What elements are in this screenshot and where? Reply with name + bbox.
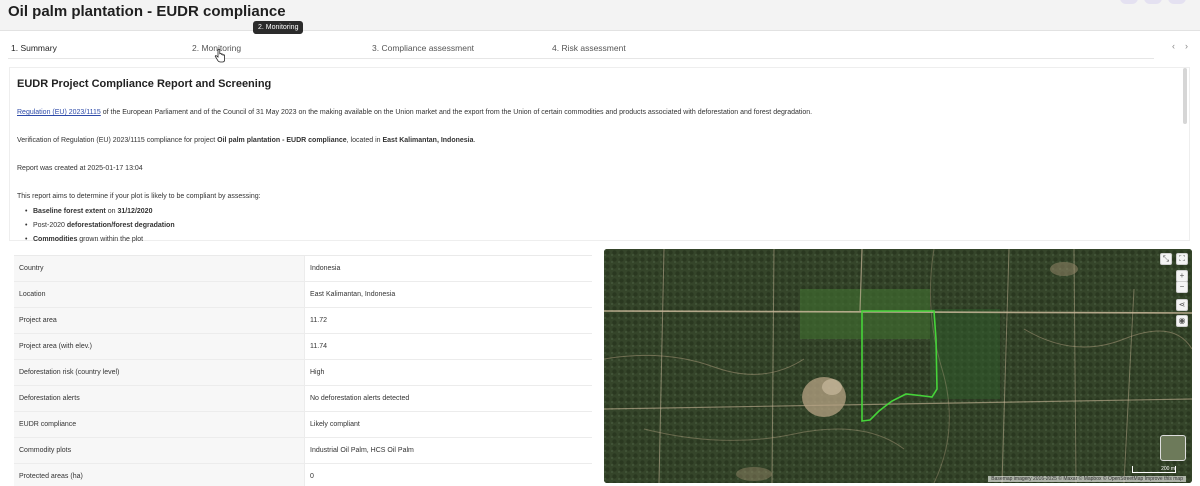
row-key: Location — [14, 282, 305, 308]
table-row: EUDR complianceLikely compliant — [14, 412, 592, 438]
row-key: Country — [14, 256, 305, 282]
row-key: Commodity plots — [14, 438, 305, 464]
title-bar: Oil palm plantation - EUDR compliance — [0, 0, 1200, 31]
row-value: Likely compliant — [305, 412, 593, 438]
row-value: East Kalimantan, Indonesia — [305, 282, 593, 308]
table-row: CountryIndonesia — [14, 256, 592, 282]
verification-paragraph: Verification of Regulation (EU) 2023/111… — [17, 137, 475, 144]
top-actions — [1120, 0, 1186, 4]
table-row: Project area (with elev.)11.74 — [14, 334, 592, 360]
satellite-imagery — [604, 249, 1192, 483]
tab-compliance-assessment[interactable]: 3. Compliance assessment — [372, 38, 474, 58]
regulation-link[interactable]: Regulation (EU) 2023/1115 — [17, 109, 101, 116]
share-icon[interactable]: ⋖ — [1176, 299, 1188, 311]
fullscreen-icon[interactable]: ⛶ — [1176, 253, 1188, 265]
row-key: Project area — [14, 308, 305, 334]
tab-bar: 1. Summary 2. Monitoring 3. Compliance a… — [8, 38, 1154, 59]
satellite-map[interactable]: ⤡ ⛶ + − ⋖ ◉ 200 m Basemap imagery 2016-2… — [604, 249, 1192, 483]
list-item: Commodities grown within the plot — [25, 233, 175, 247]
map-attribution[interactable]: Basemap imagery 2016-2025 © Maxar © Mapb… — [988, 476, 1186, 482]
report-scrollbar[interactable] — [1183, 68, 1187, 124]
layer-switcher[interactable] — [1160, 435, 1186, 461]
report-heading: EUDR Project Compliance Report and Scree… — [17, 78, 271, 90]
row-value: No deforestation alerts detected — [305, 386, 593, 412]
chevron-left-icon[interactable]: ‹ — [1172, 41, 1175, 51]
row-key: Deforestation alerts — [14, 386, 305, 412]
compliance-report: EUDR Project Compliance Report and Scree… — [9, 67, 1190, 241]
report-created: Report was created at 2025-01-17 13:04 — [17, 165, 143, 172]
tabs-divider — [8, 58, 1154, 59]
row-value: 11.72 — [305, 308, 593, 334]
action-button[interactable] — [1168, 0, 1186, 4]
row-key: Project area (with elev.) — [14, 334, 305, 360]
action-button[interactable] — [1144, 0, 1162, 4]
tab-scroll-nav: ‹ › — [1172, 41, 1188, 51]
table-row: Project area11.72 — [14, 308, 592, 334]
row-key: Deforestation risk (country level) — [14, 360, 305, 386]
row-value: Industrial Oil Palm, HCS Oil Palm — [305, 438, 593, 464]
list-item: Post-2020 deforestation/forest degradati… — [25, 219, 175, 233]
row-value: Indonesia — [305, 256, 593, 282]
assessment-list: Baseline forest extent on 31/12/2020 Pos… — [25, 205, 175, 247]
action-button[interactable] — [1120, 0, 1138, 4]
camera-icon[interactable]: ◉ — [1176, 315, 1188, 327]
page-title: Oil palm plantation - EUDR compliance — [8, 3, 286, 20]
row-value: 11.74 — [305, 334, 593, 360]
row-key: Protected areas (ha) — [14, 464, 305, 486]
collapse-icon[interactable]: ⤡ — [1160, 253, 1172, 265]
list-item: Baseline forest extent on 31/12/2020 — [25, 205, 175, 219]
zoom-out-button[interactable]: − — [1176, 281, 1188, 293]
report-aim: This report aims to determine if your pl… — [17, 193, 261, 200]
regulation-paragraph: Regulation (EU) 2023/1115 of the Europea… — [17, 109, 812, 116]
tab-summary[interactable]: 1. Summary — [11, 38, 187, 59]
table-row: LocationEast Kalimantan, Indonesia — [14, 282, 592, 308]
project-name: Oil palm plantation - EUDR compliance — [217, 137, 347, 144]
table-row: Deforestation alertsNo deforestation ale… — [14, 386, 592, 412]
chevron-right-icon[interactable]: › — [1185, 41, 1188, 51]
scale-bar: 200 m — [1132, 466, 1176, 473]
hand-cursor-icon — [214, 49, 226, 63]
table-row: Deforestation risk (country level)High — [14, 360, 592, 386]
table-row: Commodity plotsIndustrial Oil Palm, HCS … — [14, 438, 592, 464]
project-location: East Kalimantan, Indonesia — [382, 137, 473, 144]
tab-tooltip: 2. Monitoring — [253, 21, 303, 34]
summary-table: CountryIndonesiaLocationEast Kalimantan,… — [14, 255, 592, 486]
row-value: 0 — [305, 464, 593, 486]
row-value: High — [305, 360, 593, 386]
row-key: EUDR compliance — [14, 412, 305, 438]
tab-risk-assessment[interactable]: 4. Risk assessment — [552, 38, 626, 58]
table-row: Protected areas (ha)0 — [14, 464, 592, 486]
